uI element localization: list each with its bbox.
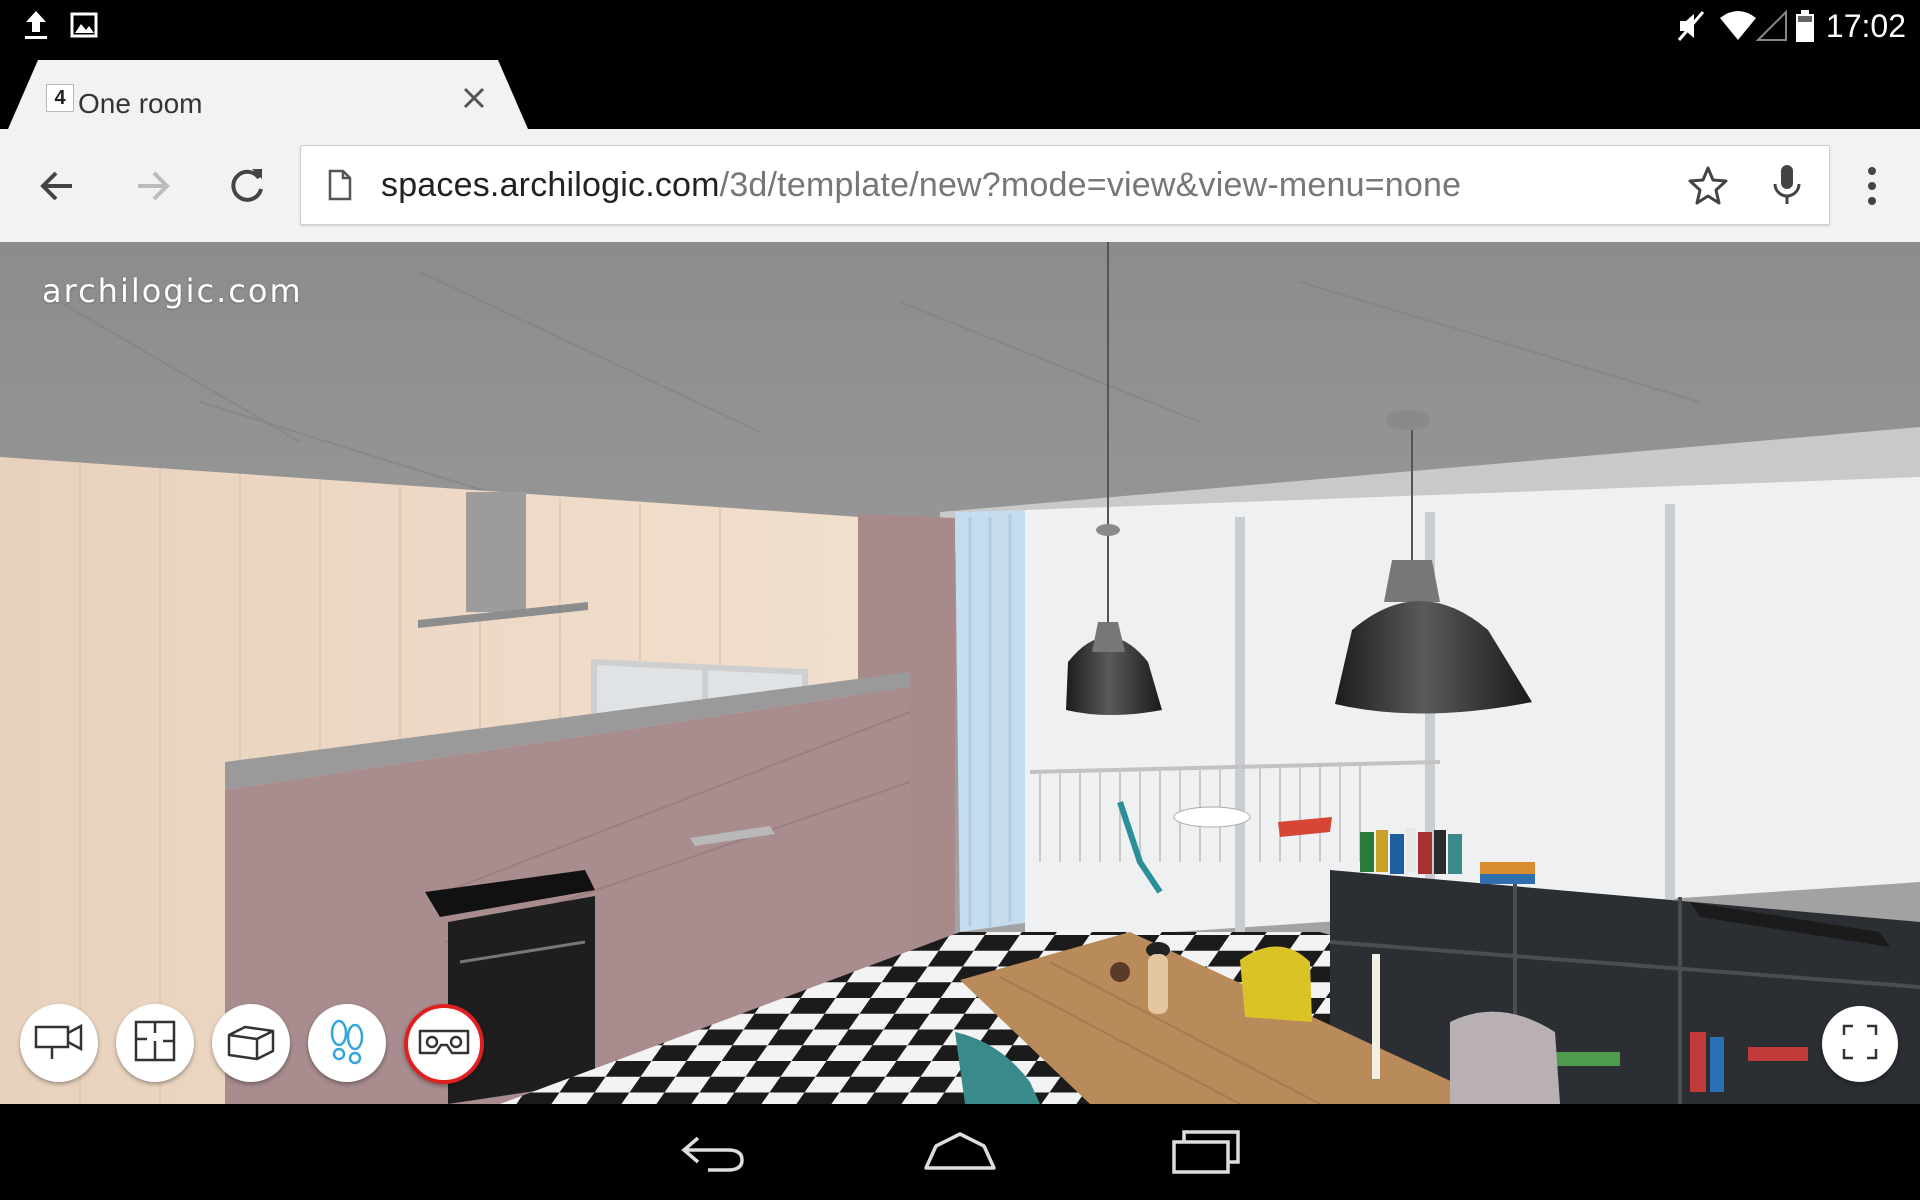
floorplan-mode-button[interactable] xyxy=(116,1004,194,1082)
url-path: /3d/template/new?mode=view&view-menu=non… xyxy=(719,166,1462,204)
tab-title: One room xyxy=(78,88,203,119)
walk-mode-button[interactable] xyxy=(308,1004,386,1082)
vr-headset-icon xyxy=(417,1025,471,1064)
url-host: spaces.archilogic.com xyxy=(381,166,720,204)
vr-mode-button[interactable] xyxy=(404,1004,484,1084)
image-icon xyxy=(70,8,98,47)
overflow-menu-icon[interactable] xyxy=(1848,161,1896,211)
battery-icon xyxy=(1794,8,1816,49)
3d-viewer[interactable]: archilogic.com xyxy=(0,242,1920,1104)
camera-mode-button[interactable] xyxy=(20,1004,98,1082)
floorplan-icon xyxy=(133,1019,177,1068)
star-icon[interactable] xyxy=(1687,164,1729,211)
forward-arrow-icon[interactable] xyxy=(128,161,178,211)
close-icon[interactable] xyxy=(456,80,492,116)
navigation-bar xyxy=(0,1104,1920,1200)
address-bar[interactable]: spaces.archilogic.com/3d/template/new?mo… xyxy=(300,145,1830,225)
3d-box-mode-button[interactable] xyxy=(212,1004,290,1082)
room-render xyxy=(0,242,1920,1104)
clock: 17:02 xyxy=(1825,8,1906,44)
tab-one-room[interactable]: 4 One room xyxy=(8,60,528,129)
fullscreen-icon xyxy=(1841,1023,1879,1066)
back-arrow-icon[interactable] xyxy=(32,161,82,211)
browser-toolbar: spaces.archilogic.com/3d/template/new?mo… xyxy=(0,129,1920,243)
footsteps-icon xyxy=(327,1017,367,1070)
home-icon[interactable] xyxy=(922,1126,998,1181)
tab-strip: 4 One room xyxy=(0,52,1920,129)
camera-icon xyxy=(33,1019,85,1068)
mute-icon xyxy=(1676,8,1706,49)
brand-logo: archilogic.com xyxy=(42,272,303,310)
back-icon[interactable] xyxy=(678,1126,748,1181)
fullscreen-button[interactable] xyxy=(1822,1006,1898,1082)
url-text[interactable]: spaces.archilogic.com/3d/template/new?mo… xyxy=(381,166,1461,205)
upload-icon xyxy=(20,8,52,47)
mic-icon[interactable] xyxy=(1769,162,1805,213)
status-bar: 17:02 xyxy=(0,0,1920,52)
reload-icon[interactable] xyxy=(222,161,272,211)
recents-icon[interactable] xyxy=(1170,1126,1242,1181)
wifi-icon xyxy=(1718,8,1758,49)
signal-icon xyxy=(1755,8,1788,49)
box-icon xyxy=(225,1021,277,1066)
page-icon xyxy=(325,168,355,207)
favicon-icon: 4 xyxy=(46,84,74,112)
